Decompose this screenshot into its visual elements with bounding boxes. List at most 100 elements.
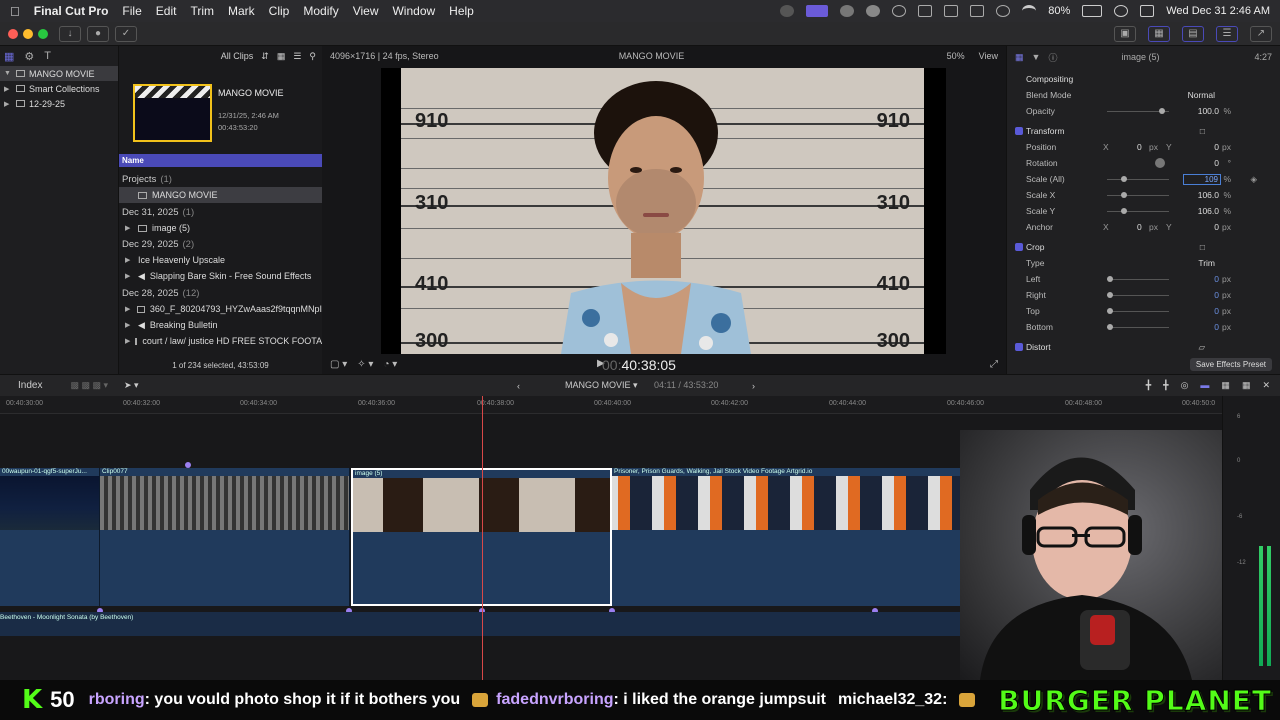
project-thumbnail[interactable] [133,84,212,142]
layout-button[interactable]: ▣ [1114,25,1136,42]
list-item[interactable]: ▶ Ice Heavenly Upscale [119,252,322,268]
crop-right-slider[interactable] [1107,291,1169,298]
transform-checkbox[interactable] [1015,127,1023,135]
timeline-project[interactable]: MANGO MOVIE ▾ 04:11 / 43:53:20 [565,380,718,391]
zoom-dropdown[interactable]: 50% [947,51,965,61]
video-inspector-icon[interactable]: ▦ [1015,52,1024,63]
list-item[interactable]: ▶ ◀ Breaking Bulletin [119,317,322,333]
menu-mark[interactable]: Mark [228,4,255,18]
menu-modify[interactable]: Modify [303,4,338,18]
disclosure-right-icon[interactable]: ▶ [4,100,12,108]
menu-edit[interactable]: Edit [156,4,177,18]
solo-icon[interactable]: ◎ [1181,380,1189,391]
disclosure-down-icon[interactable]: ▼ [4,70,12,77]
snapping-icon[interactable]: ▬ [1200,380,1209,391]
screen-record-icon[interactable] [806,5,829,17]
group-projects[interactable]: Projects (1) [119,171,322,187]
menu-file[interactable]: File [122,4,141,18]
clip-appearance-icon[interactable]: ▦ [1221,380,1230,391]
control-center-icon[interactable] [1140,5,1155,17]
wifi-icon[interactable] [1022,5,1037,17]
crop-section[interactable]: Crop □ [1007,239,1280,255]
background-tasks-button[interactable]: ✓ [115,25,137,42]
libraries-icon[interactable]: ▦ [4,50,14,63]
crop-type-popup[interactable]: Trim [1198,258,1215,268]
menu-view[interactable]: View [353,4,379,18]
distort-onscreen-icon[interactable]: ▱ [1198,342,1205,353]
clip-appearance-icon[interactable]: ▦ [277,51,286,62]
disclosure-right-icon[interactable]: ▶ [125,272,133,280]
group-dec29[interactable]: Dec 29, 2025 (2) [119,236,322,252]
name-column-header[interactable]: Name [119,154,322,167]
crop-bottom-value[interactable]: 0 [1214,322,1219,332]
library-item-mango-movie[interactable]: ▼ MANGO MOVIE [0,66,118,81]
apple-icon[interactable]:  [10,4,20,19]
share-button[interactable]: ↗ [1250,25,1272,42]
list-item[interactable]: ▶ image (5) [119,220,322,236]
scale-all-input[interactable]: 109 [1183,173,1221,185]
enhance-icon[interactable]: ✧ ▾ [357,359,373,370]
bluetooth-icon[interactable] [996,5,1011,17]
minimize-button[interactable] [23,28,33,39]
history-forward-icon[interactable]: › [752,381,755,391]
keyboard-icon[interactable] [970,5,985,17]
audio-skimming-icon[interactable]: ╋ [1163,380,1168,391]
info-inspector-icon[interactable]: ⓘ [1048,51,1057,64]
crop-right-value[interactable]: 0 [1214,290,1219,300]
group-dec31[interactable]: Dec 31, 2025 (1) [119,204,322,220]
zoom-button[interactable] [38,28,48,39]
scale-all-slider[interactable] [1107,175,1169,182]
app-menu[interactable]: Final Cut Pro [34,4,109,18]
menu-window[interactable]: Window [392,4,435,18]
position-x-value[interactable]: 0 [1137,142,1142,152]
filter-dropdown[interactable]: All Clips [221,51,254,61]
scale-y-value[interactable]: 106.0 [1198,206,1219,216]
disclosure-right-icon[interactable]: ▶ [125,337,130,345]
transform-tool-icon[interactable]: ▢ ▾ [330,359,347,370]
disclosure-right-icon[interactable]: ▶ [4,85,12,93]
group-dec28[interactable]: Dec 28, 2025 (12) [119,285,322,301]
transform-onscreen-icon[interactable]: □ [1200,126,1205,136]
scale-y-slider[interactable] [1107,207,1169,214]
menu-trim[interactable]: Trim [190,4,214,18]
fullscreen-icon[interactable]: ⤢ [990,359,998,370]
timeline-ruler[interactable]: 00:40:30:00 00:40:32:00 00:40:34:00 00:4… [0,396,1222,414]
playhead[interactable] [482,396,483,680]
disclosure-right-icon[interactable]: ▶ [125,305,132,313]
anchor-x-value[interactable]: 0 [1137,222,1142,232]
rotation-value[interactable]: 0 [1214,158,1219,168]
browser-toggle-button[interactable]: ▦ [1148,25,1170,42]
list-view-icon[interactable]: ☰ [293,51,301,62]
effects-browser-icon[interactable]: ▦ [1242,380,1251,391]
menu-clip[interactable]: Clip [269,4,290,18]
crop-checkbox[interactable] [1015,243,1023,251]
anchor-y-value[interactable]: 0 [1214,222,1219,232]
play-icon[interactable] [892,5,907,17]
search-icon[interactable] [1114,5,1129,17]
save-effects-preset-button[interactable]: Save Effects Preset [1189,358,1272,371]
timeline-clip[interactable]: 00waupun-01-qgf5-superJu... [0,468,100,606]
crop-left-slider[interactable] [1107,275,1169,282]
crop-left-value[interactable]: 0 [1214,274,1219,284]
index-button[interactable]: Index [18,380,42,391]
scale-x-slider[interactable] [1107,191,1169,198]
timeline-clip[interactable]: Clip0077 [100,468,350,606]
library-item-event[interactable]: ▶ 12-29-25 [0,96,118,111]
search-icon[interactable]: ⚲ [309,51,316,62]
inspector-toggle-button[interactable]: ☰ [1216,25,1238,42]
timeline-toggle-button[interactable]: ▤ [1182,25,1204,42]
connect-icon[interactable]: ▩ ▩ ▩ ▾ [70,380,108,391]
speed-icon[interactable]: ◔ ▾ [383,359,397,370]
titles-icon[interactable]: T [44,50,51,62]
view-dropdown[interactable]: View [979,51,998,61]
list-item[interactable]: ▶ 360_F_80204793_HYZwAaas2f9tqqnMNpI [119,301,322,317]
disclosure-right-icon[interactable]: ▶ [125,321,133,329]
blend-mode-popup[interactable]: Normal [1188,90,1215,100]
skimming-icon[interactable]: ╋ [1146,380,1151,391]
list-item[interactable]: MANGO MOVIE [119,187,322,203]
import-button[interactable]: ↓ [59,25,81,42]
clock[interactable]: Wed Dec 31 2:46 AM [1166,5,1270,17]
disclosure-right-icon[interactable]: ▶ [125,256,133,264]
list-item[interactable]: ▶ court / law/ justice HD FREE STOCK FOO… [119,333,322,349]
timecode-display[interactable]: 00:40:38:05 [602,357,676,373]
